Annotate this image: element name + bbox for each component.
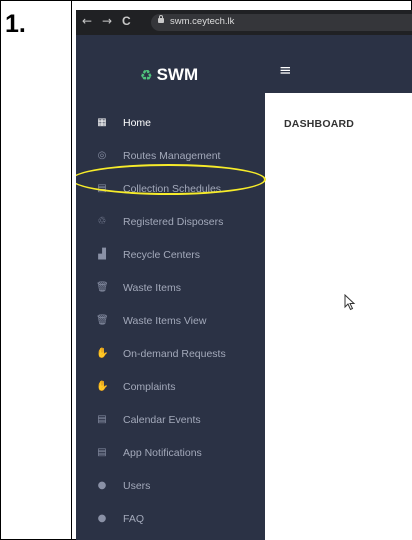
lock-icon xyxy=(158,15,164,23)
recycle-logo-icon: ♻ xyxy=(140,68,153,84)
dashboard-icon: ▦ xyxy=(97,117,107,128)
sidebar-item-label: Routes Management xyxy=(123,150,221,162)
user-icon: ● xyxy=(97,480,107,491)
sidebar-item-label: Waste Items xyxy=(123,282,181,294)
recycle-icon: ♲ xyxy=(97,216,107,227)
hand-icon: ✋ xyxy=(96,348,109,359)
sidebar-item-label: On-demand Requests xyxy=(123,348,226,360)
logo-text: SWM xyxy=(156,65,199,84)
sidebar-item-faq[interactable]: ● FAQ xyxy=(76,503,265,536)
app-logo[interactable]: ♻ SWM xyxy=(140,65,198,86)
column-divider xyxy=(71,0,72,540)
main-content: DASHBOARD xyxy=(265,93,412,540)
sidebar-item-on-demand-requests[interactable]: ✋ On-demand Requests xyxy=(76,338,265,371)
forward-icon[interactable]: → xyxy=(102,14,112,28)
sidebar-item-users[interactable]: ● Users xyxy=(76,470,265,503)
highlight-circle xyxy=(76,164,266,195)
browser-toolbar: ← → C swm.ceytech.lk xyxy=(76,10,412,35)
user-icon: ● xyxy=(97,513,107,524)
sidebar-item-waste-items[interactable]: 🗑 Waste Items xyxy=(76,272,265,305)
sidebar-item-recycle-centers[interactable]: ▟ Recycle Centers xyxy=(76,239,265,272)
step-number: 1. xyxy=(5,10,26,38)
industry-icon: ▟ xyxy=(98,249,106,260)
sidebar-item-home[interactable]: ▦ Home xyxy=(76,107,265,140)
mouse-cursor-icon xyxy=(344,294,356,311)
back-icon[interactable]: ← xyxy=(82,14,92,28)
sidebar-item-complaints[interactable]: ✋ Complaints xyxy=(76,371,265,404)
sidebar-item-app-notifications[interactable]: ▤ App Notifications xyxy=(76,437,265,470)
sidebar-item-label: App Notifications xyxy=(123,447,202,459)
page-title: DASHBOARD xyxy=(284,118,355,130)
trash-icon: 🗑 xyxy=(96,282,109,293)
address-bar[interactable]: swm.ceytech.lk xyxy=(151,14,412,31)
sidebar-item-label: Complaints xyxy=(123,381,176,393)
sidebar-item-label: Waste Items View xyxy=(123,315,207,327)
screenshot-area: ← → C swm.ceytech.lk ♻ SWM ≡ ▦ Home ◎ Routes… xyxy=(76,10,412,540)
sidebar: ▦ Home ◎ Routes Management ▤ Collection Sched… xyxy=(76,93,265,540)
app-header: ♻ SWM ≡ xyxy=(76,35,412,93)
calendar-icon: ▤ xyxy=(97,414,107,425)
hand-icon: ✋ xyxy=(96,381,109,392)
reload-icon[interactable]: C xyxy=(122,14,131,28)
sidebar-item-label: FAQ xyxy=(123,513,145,525)
sidebar-item-registered-disposers[interactable]: ♲ Registered Disposers xyxy=(76,206,265,239)
sidebar-item-label: Registered Disposers xyxy=(123,216,224,228)
sidebar-item-waste-items-view[interactable]: 🗑 Waste Items View xyxy=(76,305,265,338)
calendar-icon: ▤ xyxy=(97,447,107,458)
sidebar-item-label: Calendar Events xyxy=(123,414,201,426)
trash-icon: 🗑 xyxy=(96,315,109,326)
sidebar-item-label: Home xyxy=(123,117,152,129)
sidebar-item-label: Recycle Centers xyxy=(123,249,201,261)
sidebar-item-label: Users xyxy=(123,480,151,492)
url-text: swm.ceytech.lk xyxy=(170,16,235,27)
location-pin-icon: ◎ xyxy=(97,150,107,161)
hamburger-menu-icon[interactable]: ≡ xyxy=(279,61,292,79)
sidebar-item-calendar-events[interactable]: ▤ Calendar Events xyxy=(76,404,265,437)
